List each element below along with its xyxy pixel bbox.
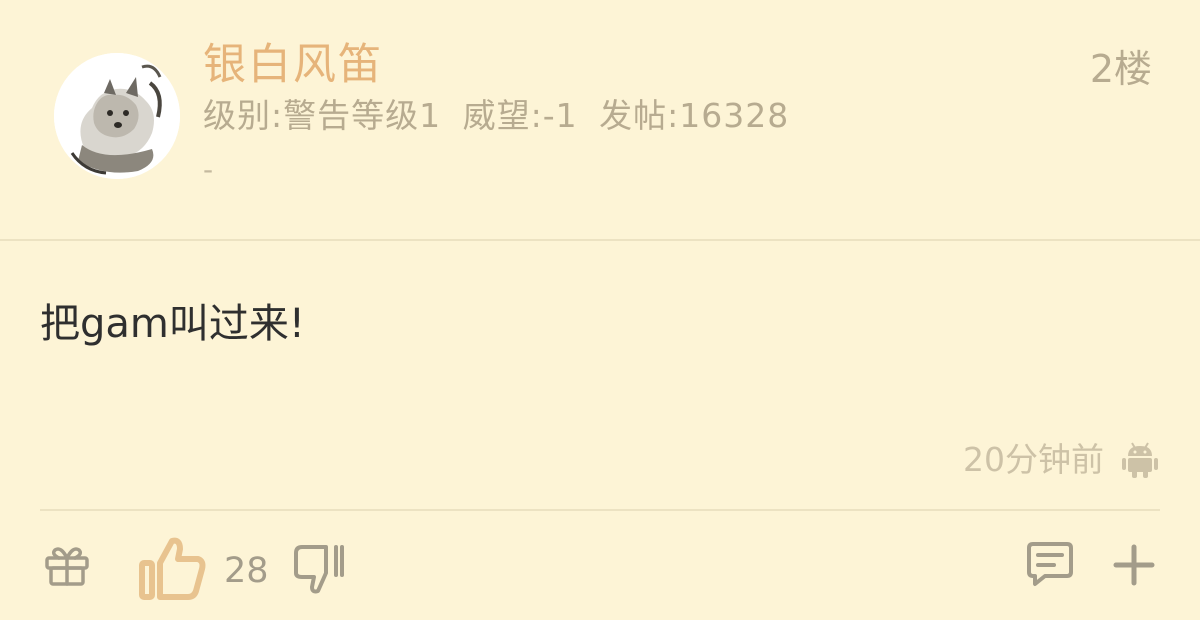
avatar-image (54, 53, 180, 179)
post-card: 银白风笛 级别:警告等级1 威望:-1 发帖:16328 - 2楼 把gam叫过… (0, 0, 1200, 620)
header-divider (0, 239, 1200, 241)
thumbs-up-icon[interactable] (138, 535, 208, 601)
android-icon (1120, 440, 1160, 480)
post-time: 20分钟前 (963, 440, 1104, 479)
gift-icon[interactable] (43, 540, 91, 588)
footer-divider (40, 509, 1160, 511)
user-signature: - (203, 153, 214, 186)
user-level: 级别:警告等级1 (203, 96, 442, 135)
user-avatar[interactable] (54, 53, 180, 179)
floor-number: 2楼 (1089, 47, 1152, 91)
thumbs-down-icon[interactable] (292, 543, 346, 595)
username[interactable]: 银白风笛 (203, 37, 383, 93)
comment-icon[interactable] (1025, 540, 1075, 588)
plus-icon[interactable] (1112, 543, 1156, 587)
user-post-count: 发帖:16328 (599, 96, 790, 135)
user-meta: 级别:警告等级1 威望:-1 发帖:16328 (203, 94, 799, 138)
post-content: 把gam叫过来! (40, 301, 305, 347)
user-reputation: 威望:-1 (462, 96, 578, 135)
like-count: 28 (224, 551, 269, 591)
